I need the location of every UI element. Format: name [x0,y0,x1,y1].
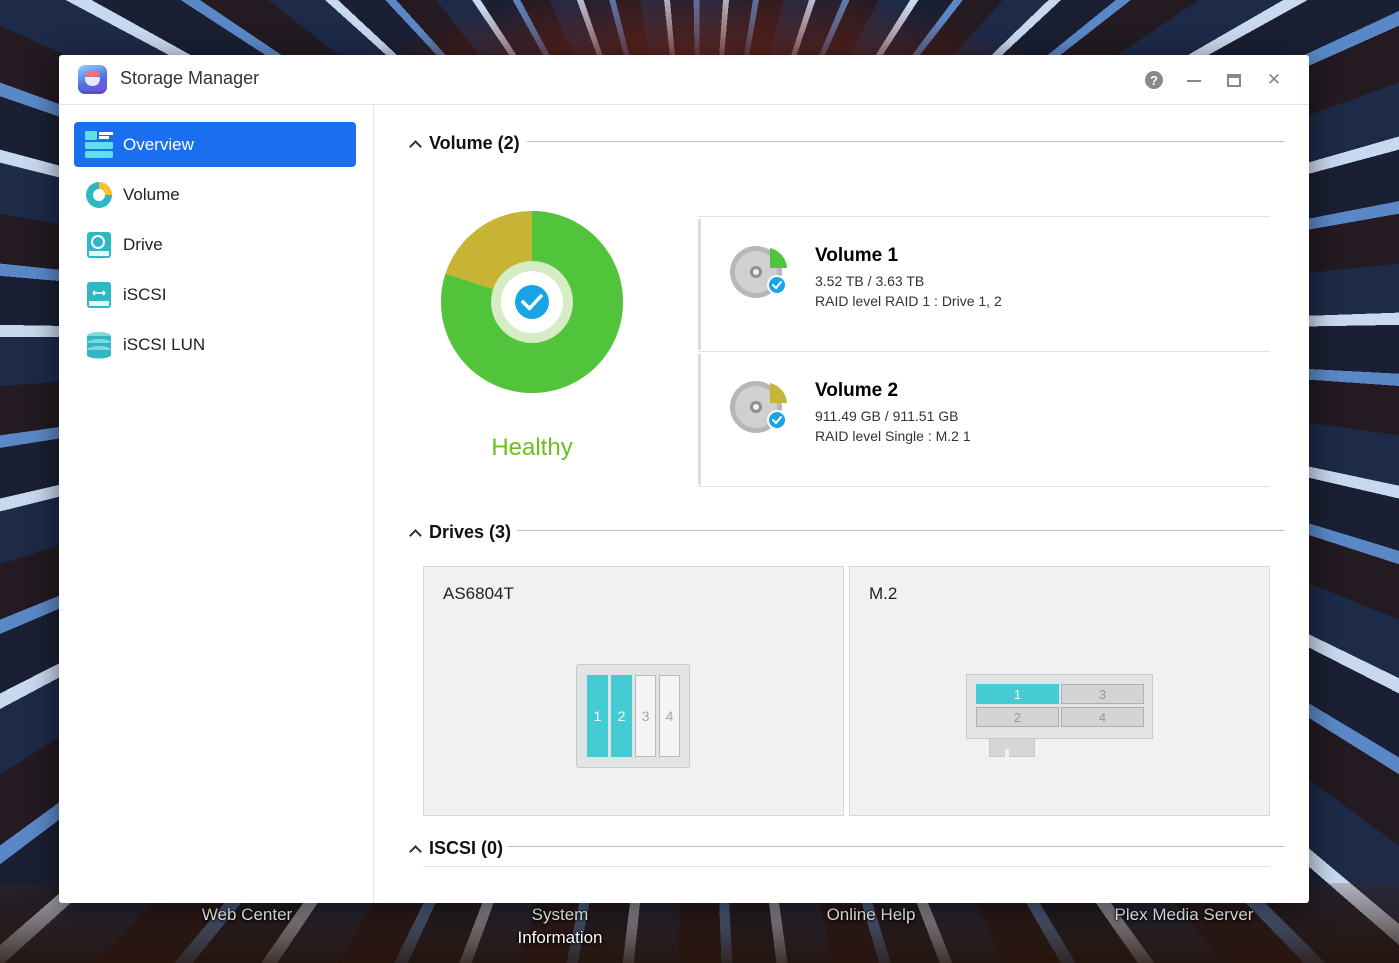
window-title: Storage Manager [120,68,260,88]
volume-card-1[interactable]: Volume 1 3.52 TB / 3.63 TB RAID level RA… [698,219,1270,350]
close-icon: ✕ [1266,70,1282,89]
volume-section-header[interactable]: Volume (2) [409,133,520,154]
volume-raid-info: RAID level Single : M.2 1 [815,428,971,444]
close-button[interactable]: ✕ [1263,69,1285,91]
enclosure-card-m2[interactable]: M.2 1 3 2 4 [849,566,1270,816]
sidebar-item-label: iSCSI [123,284,167,304]
m2-slot-3[interactable]: 3 [1061,684,1144,704]
divider [698,486,1270,487]
section-divider [517,530,1284,531]
section-divider [527,141,1284,142]
divider [698,216,1270,217]
minimize-icon [1187,80,1201,82]
sidebar-item-label: Drive [123,234,163,254]
desktop-shortcut-system-information[interactable]: System Information [500,903,620,949]
maximize-icon [1227,73,1241,87]
drive-bay-4[interactable]: 4 [659,675,680,757]
volume-name: Volume 1 [815,245,899,266]
sidebar-item-label: Volume [123,184,180,204]
question-icon: ? [1145,71,1163,89]
desktop-shortcut-plex-media-server[interactable]: Plex Media Server [1104,903,1264,926]
maximize-button[interactable] [1223,69,1245,91]
section-divider [508,846,1284,847]
drive-icon [87,232,111,258]
iscsi-section-header[interactable]: ISCSI (0) [409,838,504,859]
volume-section-title: Volume (2) [429,133,520,153]
volume-disk-icon [730,246,787,298]
volume-capacity: 3.52 TB / 3.63 TB [815,273,925,289]
drives-section-title: Drives (3) [429,522,512,542]
desktop-shortcut-web-center[interactable]: Web Center [182,903,312,926]
iscsi-section-title: ISCSI (0) [429,838,504,858]
drive-bay-3[interactable]: 3 [635,675,656,757]
healthy-check-icon [515,285,549,319]
m2-slot-4[interactable]: 4 [1061,707,1144,727]
chevron-up-icon [409,528,422,542]
nas-chassis-graphic: 1 2 3 4 [576,664,690,768]
drive-bay-2[interactable]: 2 [611,675,632,757]
volume-card-2[interactable]: Volume 2 911.49 GB / 911.51 GB RAID leve… [698,354,1270,485]
sidebar-item-drive[interactable]: Drive [74,222,356,267]
volume-disk-icon [730,381,787,433]
enclosure-name: AS6804T [443,584,514,603]
sidebar-item-overview[interactable]: Overview [74,122,356,167]
volume-usage-chart [441,211,623,393]
divider [423,866,1270,867]
volume-icon [86,182,112,208]
enclosure-card-as6804t[interactable]: AS6804T 1 2 3 4 [423,566,844,816]
m2-slot-1[interactable]: 1 [976,684,1059,704]
enclosure-name: M.2 [869,584,898,603]
volume-name: Volume 2 [815,380,899,401]
desktop-shortcut-online-help[interactable]: Online Help [806,903,936,926]
volume-wedge [770,248,787,268]
volume-raid-info: RAID level RAID 1 : Drive 1, 2 [815,293,1002,309]
storage-manager-window: Storage Manager ? ✕ Overview Volume Driv… [59,55,1309,903]
sidebar-item-label: Overview [123,134,194,154]
drive-bay-1[interactable]: 1 [587,675,608,757]
sidebar-item-volume[interactable]: Volume [74,172,356,217]
volume-status: Healthy [491,434,573,461]
chevron-up-icon [409,844,422,858]
volume-capacity: 911.49 GB / 911.51 GB [815,408,959,424]
sidebar: Overview Volume Drive iSCSI iSCSI LUN [59,105,374,903]
sidebar-item-iscsi-lun[interactable]: iSCSI LUN [74,322,356,367]
chevron-up-icon [409,139,422,153]
sidebar-item-label: iSCSI LUN [123,334,206,354]
help-button[interactable]: ? [1143,69,1165,91]
iscsi-lun-icon [87,332,111,359]
m2-connector [989,739,1035,757]
divider [698,351,1270,352]
title-bar[interactable]: Storage Manager ? ✕ [59,55,1309,105]
m2-board-graphic: 1 3 2 4 [966,674,1153,739]
volume-wedge [770,383,787,403]
sidebar-item-iscsi[interactable]: iSCSI [74,272,356,317]
m2-slot-2[interactable]: 2 [976,707,1059,727]
storage-manager-app-icon [78,65,107,94]
iscsi-icon [87,282,111,308]
main-content: Volume (2) Healthy Volume 1 3.52 TB / 3.… [375,105,1309,903]
minimize-button[interactable] [1183,69,1205,91]
overview-icon [85,131,113,158]
drives-section-header[interactable]: Drives (3) [409,522,512,543]
